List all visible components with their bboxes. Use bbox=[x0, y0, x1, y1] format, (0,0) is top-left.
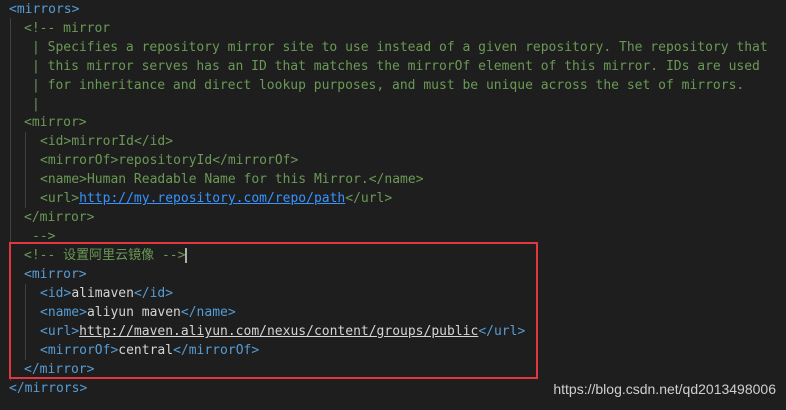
code-editor[interactable]: <mirrors> <!-- mirror | Specifies a repo… bbox=[0, 0, 786, 410]
comment-text: | this mirror serves has an ID that matc… bbox=[32, 59, 760, 74]
comment-url-close: </url> bbox=[345, 191, 393, 206]
comment-mirror-close: </mirror> bbox=[24, 210, 95, 225]
mirrors-open-tag: <mirrors> bbox=[9, 2, 80, 17]
code-line-9: <mirrorOf>repositoryId</mirrorOf> bbox=[40, 151, 298, 170]
comment-text: | Specifies a repository mirror site to … bbox=[32, 40, 768, 55]
highlight-box bbox=[9, 242, 538, 379]
comment-name-close: </name> bbox=[368, 172, 424, 187]
comment-mirrorof-open: <mirrorOf> bbox=[40, 153, 119, 168]
watermark: https://blog.csdn.net/qd2013498006 bbox=[553, 381, 776, 397]
comment-id-close: </id> bbox=[133, 134, 174, 149]
comment-mirrorof-close: </mirrorOf> bbox=[212, 153, 299, 168]
code-line-6: | bbox=[32, 95, 40, 114]
comment-mirrorof-value: repositoryId bbox=[118, 153, 213, 168]
code-line-7: <mirror> bbox=[24, 113, 87, 132]
code-line-2: <!-- mirror bbox=[24, 19, 110, 38]
code-line-11: <url>http://my.repository.com/repo/path<… bbox=[40, 189, 392, 208]
comment-name-open: <name> bbox=[40, 172, 87, 187]
code-line-12: </mirror> bbox=[24, 208, 94, 227]
comment-id-open: <id> bbox=[40, 134, 72, 149]
comment-start: <!-- mirror bbox=[24, 21, 111, 36]
code-line-5: | for inheritance and direct lookup purp… bbox=[32, 76, 744, 95]
comment-mirror-open: <mirror> bbox=[24, 115, 87, 130]
comment-name-value: Human Readable Name for this Mirror. bbox=[86, 172, 369, 187]
mirrors-close-tag: </mirrors> bbox=[9, 381, 88, 396]
comment-text: | bbox=[32, 97, 40, 112]
comment-url-open: <url> bbox=[40, 191, 80, 206]
indent-guide bbox=[25, 132, 26, 208]
code-line-10: <name>Human Readable Name for this Mirro… bbox=[40, 170, 424, 189]
comment-url-link[interactable]: http://my.repository.com/repo/path bbox=[79, 191, 345, 206]
code-line-8: <id>mirrorId</id> bbox=[40, 132, 173, 151]
code-line-1: <mirrors> bbox=[9, 0, 79, 19]
comment-id-value: mirrorId bbox=[71, 134, 134, 149]
code-line-4: | this mirror serves has an ID that matc… bbox=[32, 57, 760, 76]
code-line-3: | Specifies a repository mirror site to … bbox=[32, 38, 768, 57]
code-line-21: </mirrors> bbox=[9, 379, 87, 398]
comment-text: | for inheritance and direct lookup purp… bbox=[32, 78, 745, 93]
